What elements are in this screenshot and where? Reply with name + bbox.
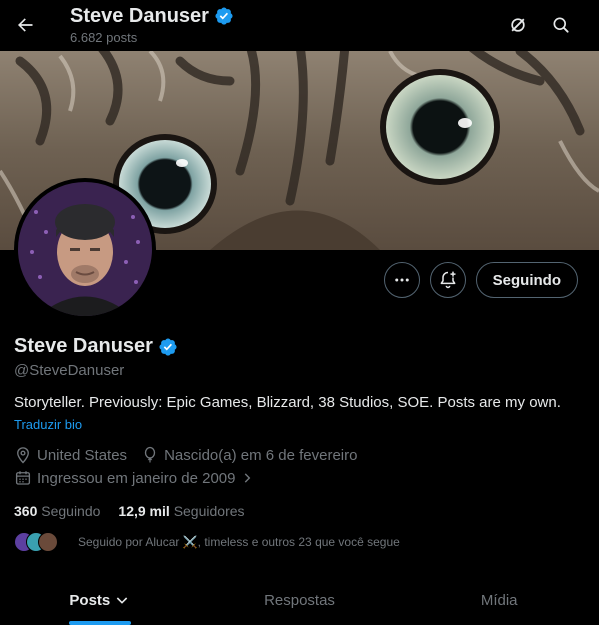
followed-by-text: Seguido por Alucar ⚔️, timeless e outros…: [78, 535, 400, 549]
following-link[interactable]: 360 Seguindo: [14, 503, 100, 519]
following-count: 360: [14, 503, 38, 519]
profile-meta-row-1: United States Nascido(a) em 6 de feverei…: [14, 446, 367, 464]
back-arrow-icon: [18, 18, 33, 32]
birthday-item: Nascido(a) em 6 de fevereiro: [141, 446, 357, 464]
top-bar: Steve Danuser 6.682 posts: [0, 0, 599, 51]
followers-label: Seguidores: [173, 503, 245, 519]
birthday-text: Nascido(a) em 6 de fevereiro: [164, 446, 358, 464]
chevron-down-icon: [117, 597, 128, 604]
profile-tabs: Posts Respostas Mídia: [0, 575, 599, 625]
tab-replies-label: Respostas: [264, 591, 335, 609]
followed-by-row[interactable]: Seguido por Alucar ⚔️, timeless e outros…: [14, 532, 400, 552]
tab-replies[interactable]: Respostas: [200, 575, 400, 625]
followers-count: 12,9 mil: [118, 503, 170, 519]
notification-plus-icon: [440, 271, 456, 289]
location-text: United States: [37, 446, 128, 464]
grok-icon: [511, 18, 525, 32]
following-label: Seguindo: [41, 503, 101, 519]
more-button[interactable]: [383, 262, 420, 298]
tab-posts[interactable]: Posts: [0, 575, 200, 625]
header-posts-count: 6.682 posts: [70, 30, 138, 45]
header-name-row: Steve Danuser: [70, 4, 234, 28]
follow-counts: 360 Seguindo 12,9 mil Seguidores: [14, 503, 245, 519]
follower-avatar: [38, 532, 58, 552]
profile-actions: Seguindo: [383, 262, 578, 298]
profile-handle: @SteveDanuser: [14, 362, 125, 379]
back-button[interactable]: [8, 8, 42, 42]
header-title-block: Steve Danuser 6.682 posts: [70, 4, 234, 45]
translate-bio-link[interactable]: Traduzir bio: [14, 417, 82, 432]
verified-badge-icon[interactable]: [158, 337, 178, 357]
search-icon: [553, 17, 569, 33]
chevron-right-icon: [245, 473, 251, 483]
notifications-button[interactable]: [429, 262, 466, 298]
profile-meta-row-2: Ingressou em janeiro de 2009: [14, 469, 264, 487]
avatar: [18, 182, 152, 316]
profile-bio: Storyteller. Previously: Epic Games, Bli…: [14, 394, 561, 411]
grok-button[interactable]: [503, 10, 533, 40]
avatar-container[interactable]: [14, 178, 156, 320]
header-name: Steve Danuser: [70, 5, 209, 27]
following-button[interactable]: Seguindo: [475, 262, 578, 298]
location-item: United States: [14, 446, 127, 464]
avatar-image: [18, 182, 152, 316]
tab-posts-label: Posts: [69, 591, 111, 609]
more-icon: [394, 278, 409, 282]
active-tab-indicator: [68, 621, 131, 625]
tab-media-label: Mídia: [480, 591, 518, 609]
followers-link[interactable]: 12,9 mil Seguidores: [118, 503, 244, 519]
tab-media[interactable]: Mídia: [399, 575, 599, 625]
location-icon: [17, 447, 29, 464]
calendar-icon: [15, 471, 31, 485]
profile-name-row: Steve Danuser: [14, 335, 178, 358]
search-button[interactable]: [546, 10, 576, 40]
joined-text: Ingressou em janeiro de 2009: [37, 469, 236, 487]
joined-item[interactable]: Ingressou em janeiro de 2009: [14, 469, 254, 487]
balloon-icon: [144, 446, 156, 463]
verified-badge-icon: [215, 7, 233, 25]
profile-name: Steve Danuser: [14, 335, 153, 357]
